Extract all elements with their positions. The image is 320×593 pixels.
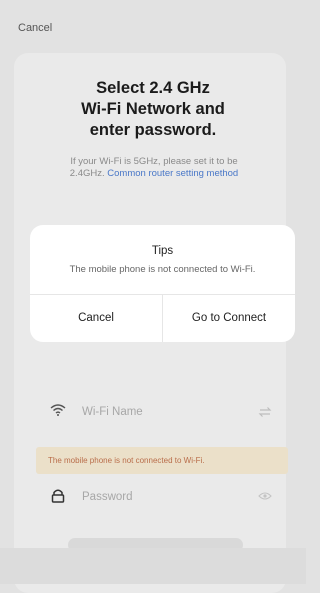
password-field[interactable]: Password	[50, 488, 280, 508]
bottom-bar	[0, 548, 306, 584]
dialog-cancel-button[interactable]: Cancel	[30, 295, 162, 342]
tips-dialog: Tips The mobile phone is not connected t…	[30, 225, 295, 342]
router-setting-link[interactable]: Common router setting method	[107, 168, 238, 179]
title-line-2: Wi-Fi Network and	[81, 100, 225, 118]
title-line-1: Select 2.4 GHz	[96, 79, 210, 97]
wifi-name-field[interactable]: Wi-Fi Name	[50, 403, 280, 423]
top-bar: Cancel	[0, 0, 306, 44]
password-label: Password	[82, 491, 133, 503]
title-line-3: enter password.	[89, 121, 217, 139]
wifi-name-label: Wi-Fi Name	[82, 406, 143, 418]
cancel-link[interactable]: Cancel	[18, 22, 52, 34]
subtitle: If your Wi-Fi is 5GHz, please set it to …	[52, 156, 256, 180]
page-title: Select 2.4 GHz Wi-Fi Network and enter p…	[0, 78, 306, 141]
dialog-title: Tips	[151, 245, 174, 257]
not-connected-warning: The mobile phone is not connected to Wi-…	[36, 447, 288, 474]
go-to-connect-button[interactable]: Go to Connect	[163, 295, 295, 342]
lock-icon	[50, 488, 72, 508]
eye-icon[interactable]	[258, 491, 272, 505]
dialog-message: The mobile phone is not connected to Wi-…	[69, 264, 256, 275]
wifi-icon	[50, 403, 72, 423]
switch-network-icon[interactable]	[258, 406, 272, 420]
